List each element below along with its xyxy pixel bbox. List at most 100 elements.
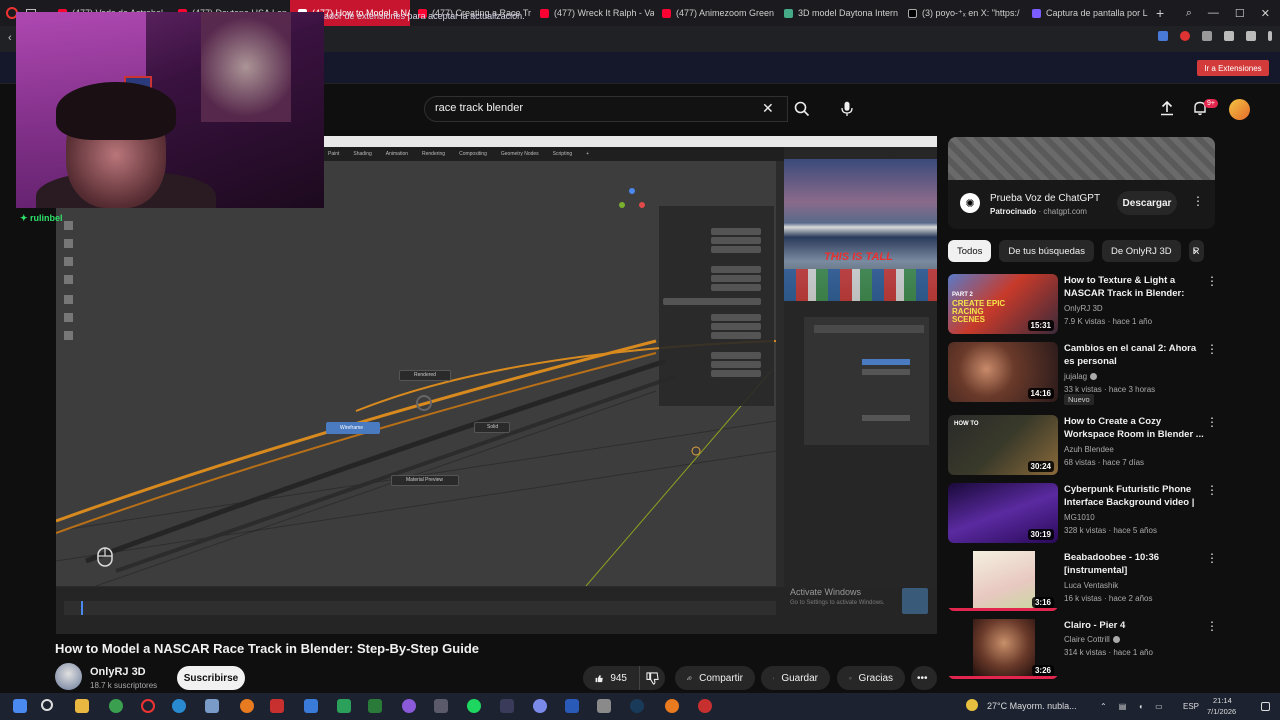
video-player[interactable]: Paint Shading Animation Rendering Compos… [56, 136, 937, 634]
app-icon[interactable] [205, 699, 219, 713]
translate-icon[interactable] [1158, 31, 1168, 41]
chrome-icon[interactable] [109, 699, 123, 713]
clock-time[interactable]: 21:14 [1213, 696, 1232, 705]
more-options-icon[interactable]: ⋮ [1206, 619, 1218, 633]
more-options-icon[interactable]: ⋮ [1206, 483, 1218, 497]
recommendation-item[interactable]: HOW TO 30:24 How to Create a Cozy Worksp… [948, 415, 1228, 479]
video-thumbnail[interactable]: 30:19 [948, 483, 1058, 543]
clear-search-icon[interactable]: ✕ [762, 100, 774, 117]
video-title[interactable]: How to Texture & Light a NASCAR Track in… [1064, 274, 1204, 301]
vim-icon[interactable] [368, 699, 382, 713]
extension-red-icon[interactable] [1180, 31, 1190, 41]
wallet-icon[interactable] [1224, 31, 1234, 41]
subscribe-button[interactable]: Suscribirse [177, 666, 245, 690]
more-options-icon[interactable]: ⋮ [1206, 415, 1218, 429]
recommendation-item[interactable]: 3:16 Beabadoobee - 10:36 [instrumental] … [948, 551, 1228, 615]
video-thumbnail[interactable]: 3:26 [948, 619, 1058, 679]
like-button[interactable]: 945 [583, 666, 639, 690]
recommendation-item[interactable]: 3:26 Clairo - Pier 4 Claire Cottrill 314… [948, 619, 1228, 683]
thanks-button[interactable]: Gracias [837, 666, 905, 690]
ad-more-icon[interactable]: ⋮ [1192, 194, 1204, 208]
channel-name[interactable]: OnlyRJ 3D [1064, 304, 1103, 313]
channel-name[interactable]: Azuh Blendee [1064, 445, 1114, 454]
tab-7[interactable]: (3) poyo-⁺ₓ en X: "https:/ [900, 0, 1024, 26]
chip-all[interactable]: Todos [948, 240, 992, 262]
video-title[interactable]: How to Create a Cozy Workspace Room in B… [1064, 415, 1204, 441]
app-icon[interactable] [597, 699, 611, 713]
search-button[interactable] [786, 96, 818, 122]
channel-avatar[interactable] [55, 663, 82, 690]
maximize-icon[interactable]: ☐ [1235, 7, 1245, 20]
blender-icon[interactable] [665, 699, 679, 713]
pycharm-icon[interactable] [337, 699, 351, 713]
ad-download-button[interactable]: Descargar [1117, 191, 1177, 215]
channel-name[interactable]: Claire Cottrill [1064, 635, 1120, 644]
search-icon[interactable] [41, 699, 53, 711]
recommendation-item[interactable]: 30:19 Cyberpunk Futuristic Phone Interfa… [948, 483, 1228, 547]
more-options-icon[interactable]: ⋮ [1206, 551, 1218, 565]
edge-icon[interactable] [172, 699, 186, 713]
puzzle-icon[interactable] [1202, 31, 1212, 41]
spotify-icon[interactable] [467, 699, 481, 713]
file-explorer-icon[interactable] [75, 699, 89, 713]
video-title[interactable]: Clairo - Pier 4 [1064, 619, 1204, 632]
opera-icon[interactable] [141, 699, 155, 713]
chip-from-searches[interactable]: De tus búsquedas [999, 240, 1094, 262]
more-options-icon[interactable]: ⋮ [1206, 274, 1218, 288]
chip-from-channel[interactable]: De OnlyRJ 3D [1101, 240, 1181, 262]
video-title[interactable]: Cambios en el canal 2: Ahora es personal [1064, 342, 1204, 368]
channel-name[interactable]: OnlyRJ 3D [90, 666, 146, 678]
video-title[interactable]: Cyberpunk Futuristic Phone Interface Bac… [1064, 483, 1204, 510]
app-icon[interactable] [304, 699, 318, 713]
voice-search-button[interactable] [834, 96, 860, 122]
channel-name[interactable]: jujalag [1064, 372, 1098, 381]
save-button[interactable]: Guardar [761, 666, 830, 690]
discord-icon[interactable] [533, 699, 547, 713]
app-icon[interactable] [270, 699, 284, 713]
download-icon[interactable] [1246, 31, 1256, 41]
app-icon[interactable] [698, 699, 712, 713]
upload-button[interactable] [1159, 100, 1175, 116]
tab-6[interactable]: 3D model Daytona Intern [776, 0, 900, 26]
video-thumbnail[interactable]: 14:16 [948, 342, 1058, 402]
notification-center-icon[interactable] [1261, 702, 1270, 711]
network-icon[interactable]: ▤ [1119, 702, 1127, 711]
recommendation-item[interactable]: PART 2 CREATE EPIC RACING SCENES 15:31 H… [948, 274, 1228, 338]
tab-5[interactable]: (477) Animezoom Green [654, 0, 776, 26]
davinci-icon[interactable] [434, 699, 448, 713]
language-indicator[interactable]: ESP [1183, 702, 1199, 711]
weather-widget[interactable]: 27°C Mayorm. nubla... [987, 701, 1077, 711]
app-icon[interactable] [402, 699, 416, 713]
channel-name[interactable]: Luca Ventashik [1064, 581, 1118, 590]
share-button[interactable]: Compartir [675, 666, 755, 690]
back-icon[interactable]: ‹ [8, 32, 12, 44]
recommendation-item[interactable]: 14:16 Cambios en el canal 2: Ahora es pe… [948, 342, 1228, 406]
video-thumbnail[interactable]: 3:16 [948, 551, 1058, 611]
close-icon[interactable]: ✕ [1261, 7, 1270, 20]
word-icon[interactable] [565, 699, 579, 713]
account-avatar[interactable] [1229, 99, 1250, 120]
windows-start-icon[interactable] [13, 699, 27, 713]
minimize-icon[interactable]: — [1208, 7, 1219, 19]
video-title[interactable]: Beabadoobee - 10:36 [instrumental] [1064, 551, 1204, 577]
video-thumbnail[interactable]: PART 2 CREATE EPIC RACING SCENES 15:31 [948, 274, 1058, 334]
steam-icon[interactable] [630, 699, 644, 713]
go-to-extensions-button[interactable]: Ir a Extensiones [1197, 60, 1269, 76]
chevron-up-icon[interactable]: ⌃ [1100, 702, 1107, 711]
dislike-button[interactable] [639, 666, 665, 690]
search-tabs-icon[interactable]: ⌕ [1186, 7, 1192, 20]
clock-date[interactable]: 7/1/2026 [1207, 707, 1236, 716]
video-thumbnail[interactable]: HOW TO 30:24 [948, 415, 1058, 475]
tab-4[interactable]: (477) Wreck It Ralph - Va [532, 0, 654, 26]
more-actions-button[interactable]: ••• [911, 666, 937, 690]
chevron-right-icon[interactable]: › [1193, 244, 1197, 258]
volume-icon[interactable]: ◖ [1138, 702, 1143, 711]
menu-icon[interactable] [1268, 31, 1272, 41]
new-tab-button[interactable]: + [1148, 5, 1172, 21]
more-options-icon[interactable]: ⋮ [1206, 342, 1218, 356]
ad-title[interactable]: Prueba Voz de ChatGPT [990, 193, 1100, 204]
channel-name[interactable]: MG1010 [1064, 513, 1095, 522]
battery-icon[interactable]: ▭ [1155, 702, 1163, 711]
tab-8[interactable]: Captura de pantalla por L [1024, 0, 1148, 26]
blender-icon[interactable] [240, 699, 254, 713]
